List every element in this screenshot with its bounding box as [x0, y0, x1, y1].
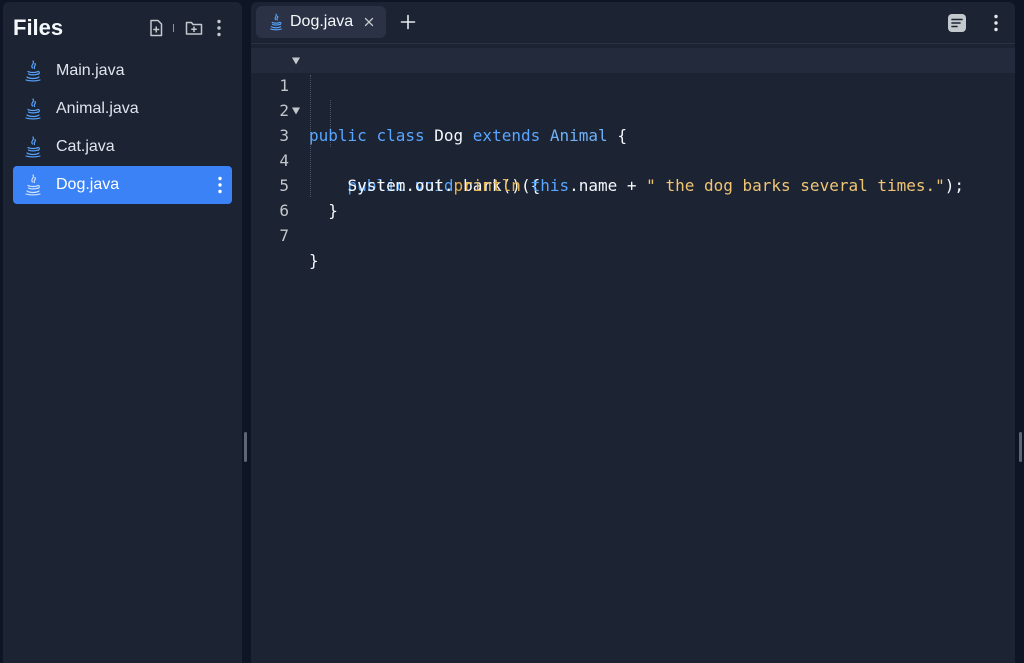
outline-panel-icon[interactable]: [946, 12, 968, 34]
close-tab-icon[interactable]: [362, 14, 376, 30]
editor-resize-handle[interactable]: [1019, 432, 1022, 462]
brace: }: [309, 251, 319, 270]
file-item-animal-java[interactable]: Animal.java: [13, 90, 232, 128]
java-file-icon: [22, 98, 44, 120]
java-file-icon: [267, 13, 285, 31]
file-options-icon[interactable]: [214, 175, 226, 195]
file-label: Animal.java: [56, 100, 139, 117]
editor-more-options-icon[interactable]: [985, 12, 1007, 34]
code-editor: Dog.java 1 public class Dog extends Anim…: [251, 2, 1015, 663]
code-line-6: 6: [251, 173, 1015, 220]
sidebar-header: Files: [13, 14, 238, 42]
header-separator: [173, 24, 174, 32]
tab-bar: Dog.java: [251, 2, 1015, 44]
code-line-4: 4 System.out.println(this.name + " the d…: [251, 123, 1015, 195]
file-item-cat-java[interactable]: Cat.java: [13, 128, 232, 166]
fold-arrow-icon[interactable]: [291, 56, 301, 66]
new-folder-icon[interactable]: [184, 18, 204, 38]
files-sidebar: Files Main.java Animal.java Cat.java Dog…: [3, 2, 242, 663]
add-tab-icon[interactable]: [398, 12, 418, 32]
file-item-dog-java[interactable]: Dog.java: [13, 166, 232, 204]
java-file-icon: [22, 136, 44, 158]
code-line-5: 5 }: [251, 148, 1015, 220]
code-line-1: 1 public class Dog extends Animal {: [251, 48, 1015, 145]
code-line-7: 7 }: [251, 198, 1015, 270]
file-label: Main.java: [56, 62, 125, 79]
tab-dog-java[interactable]: Dog.java: [256, 6, 386, 38]
line-number: 7: [279, 226, 289, 245]
tab-label: Dog.java: [290, 13, 354, 30]
app-root: Files Main.java Animal.java Cat.java Dog…: [0, 0, 1024, 663]
code-line-2: 2: [251, 73, 1015, 120]
code-area[interactable]: 1 public class Dog extends Animal { 2 3 …: [251, 48, 1015, 270]
code-line-3: 3 public void bark() {: [251, 98, 1015, 195]
file-label: Cat.java: [56, 138, 115, 155]
sidebar-resize-handle[interactable]: [244, 432, 247, 462]
file-list: Main.java Animal.java Cat.java Dog.java: [13, 52, 232, 204]
new-file-icon[interactable]: [146, 18, 166, 38]
file-label: Dog.java: [56, 176, 120, 193]
fold-arrow-icon[interactable]: [291, 106, 301, 116]
code-text: }: [309, 248, 319, 273]
more-options-icon[interactable]: [209, 18, 229, 38]
java-file-icon: [22, 60, 44, 82]
sidebar-title: Files: [13, 15, 64, 40]
java-file-icon: [22, 174, 44, 196]
file-item-main-java[interactable]: Main.java: [13, 52, 232, 90]
